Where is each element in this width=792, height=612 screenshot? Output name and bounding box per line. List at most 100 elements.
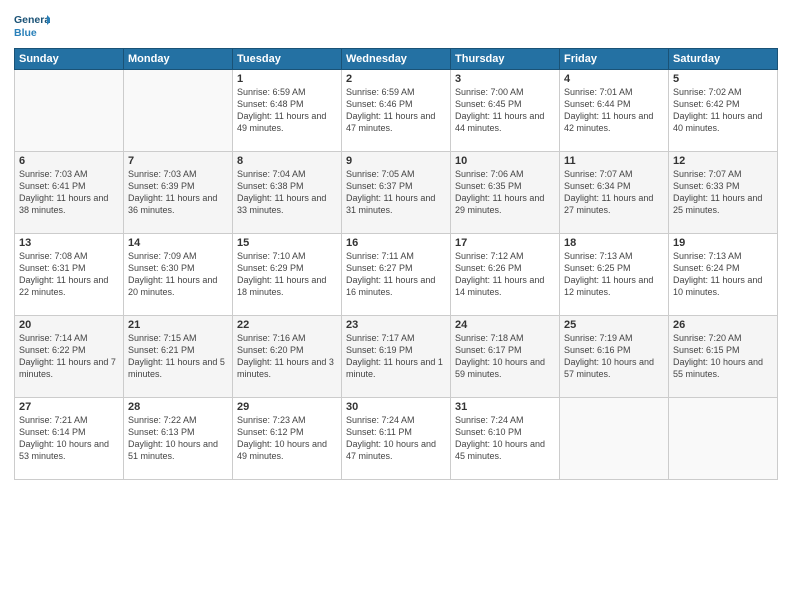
calendar-cell: 28Sunrise: 7:22 AMSunset: 6:13 PMDayligh… [124,398,233,480]
logo: General Blue [14,10,50,42]
day-number: 17 [455,237,555,249]
day-info: Sunrise: 7:24 AMSunset: 6:11 PMDaylight:… [346,414,446,463]
day-info: Sunrise: 7:24 AMSunset: 6:10 PMDaylight:… [455,414,555,463]
weekday-monday: Monday [124,49,233,70]
day-info: Sunrise: 7:14 AMSunset: 6:22 PMDaylight:… [19,332,119,381]
weekday-header-row: SundayMondayTuesdayWednesdayThursdayFrid… [15,49,778,70]
calendar-cell: 23Sunrise: 7:17 AMSunset: 6:19 PMDayligh… [342,316,451,398]
day-info: Sunrise: 7:09 AMSunset: 6:30 PMDaylight:… [128,250,228,299]
day-info: Sunrise: 7:03 AMSunset: 6:39 PMDaylight:… [128,168,228,217]
day-number: 9 [346,155,446,167]
day-number: 31 [455,401,555,413]
calendar-cell [124,70,233,152]
day-number: 4 [564,73,664,85]
logo-svg: General Blue [14,10,50,42]
day-info: Sunrise: 7:03 AMSunset: 6:41 PMDaylight:… [19,168,119,217]
calendar-cell: 24Sunrise: 7:18 AMSunset: 6:17 PMDayligh… [451,316,560,398]
calendar-cell: 30Sunrise: 7:24 AMSunset: 6:11 PMDayligh… [342,398,451,480]
day-number: 14 [128,237,228,249]
day-info: Sunrise: 6:59 AMSunset: 6:48 PMDaylight:… [237,86,337,135]
day-number: 21 [128,319,228,331]
calendar-cell: 20Sunrise: 7:14 AMSunset: 6:22 PMDayligh… [15,316,124,398]
calendar-table: SundayMondayTuesdayWednesdayThursdayFrid… [14,48,778,480]
calendar-cell: 9Sunrise: 7:05 AMSunset: 6:37 PMDaylight… [342,152,451,234]
weekday-sunday: Sunday [15,49,124,70]
day-number: 25 [564,319,664,331]
day-info: Sunrise: 7:22 AMSunset: 6:13 PMDaylight:… [128,414,228,463]
day-number: 24 [455,319,555,331]
calendar-week-2: 6Sunrise: 7:03 AMSunset: 6:41 PMDaylight… [15,152,778,234]
calendar-cell: 29Sunrise: 7:23 AMSunset: 6:12 PMDayligh… [233,398,342,480]
weekday-wednesday: Wednesday [342,49,451,70]
calendar-week-3: 13Sunrise: 7:08 AMSunset: 6:31 PMDayligh… [15,234,778,316]
day-info: Sunrise: 7:13 AMSunset: 6:24 PMDaylight:… [673,250,773,299]
calendar-cell: 14Sunrise: 7:09 AMSunset: 6:30 PMDayligh… [124,234,233,316]
calendar-cell: 1Sunrise: 6:59 AMSunset: 6:48 PMDaylight… [233,70,342,152]
weekday-friday: Friday [560,49,669,70]
day-info: Sunrise: 7:13 AMSunset: 6:25 PMDaylight:… [564,250,664,299]
calendar-cell: 10Sunrise: 7:06 AMSunset: 6:35 PMDayligh… [451,152,560,234]
day-number: 28 [128,401,228,413]
day-info: Sunrise: 7:11 AMSunset: 6:27 PMDaylight:… [346,250,446,299]
calendar-cell [669,398,778,480]
calendar-cell: 3Sunrise: 7:00 AMSunset: 6:45 PMDaylight… [451,70,560,152]
day-info: Sunrise: 7:12 AMSunset: 6:26 PMDaylight:… [455,250,555,299]
day-number: 18 [564,237,664,249]
calendar-cell: 15Sunrise: 7:10 AMSunset: 6:29 PMDayligh… [233,234,342,316]
calendar-cell: 13Sunrise: 7:08 AMSunset: 6:31 PMDayligh… [15,234,124,316]
day-number: 15 [237,237,337,249]
calendar-cell: 11Sunrise: 7:07 AMSunset: 6:34 PMDayligh… [560,152,669,234]
calendar-cell: 17Sunrise: 7:12 AMSunset: 6:26 PMDayligh… [451,234,560,316]
calendar-week-5: 27Sunrise: 7:21 AMSunset: 6:14 PMDayligh… [15,398,778,480]
calendar-cell: 2Sunrise: 6:59 AMSunset: 6:46 PMDaylight… [342,70,451,152]
day-info: Sunrise: 7:16 AMSunset: 6:20 PMDaylight:… [237,332,337,381]
day-number: 23 [346,319,446,331]
calendar-cell: 19Sunrise: 7:13 AMSunset: 6:24 PMDayligh… [669,234,778,316]
calendar-cell: 31Sunrise: 7:24 AMSunset: 6:10 PMDayligh… [451,398,560,480]
day-info: Sunrise: 7:19 AMSunset: 6:16 PMDaylight:… [564,332,664,381]
day-number: 1 [237,73,337,85]
calendar-cell: 12Sunrise: 7:07 AMSunset: 6:33 PMDayligh… [669,152,778,234]
calendar-cell: 7Sunrise: 7:03 AMSunset: 6:39 PMDaylight… [124,152,233,234]
day-info: Sunrise: 7:23 AMSunset: 6:12 PMDaylight:… [237,414,337,463]
calendar-cell: 26Sunrise: 7:20 AMSunset: 6:15 PMDayligh… [669,316,778,398]
calendar-cell: 25Sunrise: 7:19 AMSunset: 6:16 PMDayligh… [560,316,669,398]
day-info: Sunrise: 7:05 AMSunset: 6:37 PMDaylight:… [346,168,446,217]
calendar-cell [15,70,124,152]
svg-text:General: General [14,14,50,26]
calendar-cell [560,398,669,480]
day-number: 6 [19,155,119,167]
day-info: Sunrise: 7:10 AMSunset: 6:29 PMDaylight:… [237,250,337,299]
day-info: Sunrise: 7:15 AMSunset: 6:21 PMDaylight:… [128,332,228,381]
day-info: Sunrise: 7:18 AMSunset: 6:17 PMDaylight:… [455,332,555,381]
calendar-cell: 6Sunrise: 7:03 AMSunset: 6:41 PMDaylight… [15,152,124,234]
day-number: 8 [237,155,337,167]
calendar-cell: 5Sunrise: 7:02 AMSunset: 6:42 PMDaylight… [669,70,778,152]
day-number: 30 [346,401,446,413]
day-info: Sunrise: 7:06 AMSunset: 6:35 PMDaylight:… [455,168,555,217]
calendar-cell: 16Sunrise: 7:11 AMSunset: 6:27 PMDayligh… [342,234,451,316]
calendar-cell: 18Sunrise: 7:13 AMSunset: 6:25 PMDayligh… [560,234,669,316]
day-number: 3 [455,73,555,85]
day-info: Sunrise: 7:08 AMSunset: 6:31 PMDaylight:… [19,250,119,299]
day-info: Sunrise: 7:04 AMSunset: 6:38 PMDaylight:… [237,168,337,217]
calendar-cell: 8Sunrise: 7:04 AMSunset: 6:38 PMDaylight… [233,152,342,234]
calendar-week-1: 1Sunrise: 6:59 AMSunset: 6:48 PMDaylight… [15,70,778,152]
weekday-tuesday: Tuesday [233,49,342,70]
day-number: 13 [19,237,119,249]
day-info: Sunrise: 7:02 AMSunset: 6:42 PMDaylight:… [673,86,773,135]
calendar-cell: 22Sunrise: 7:16 AMSunset: 6:20 PMDayligh… [233,316,342,398]
day-number: 20 [19,319,119,331]
day-info: Sunrise: 7:07 AMSunset: 6:33 PMDaylight:… [673,168,773,217]
day-info: Sunrise: 7:07 AMSunset: 6:34 PMDaylight:… [564,168,664,217]
day-info: Sunrise: 7:00 AMSunset: 6:45 PMDaylight:… [455,86,555,135]
header: General Blue [14,10,778,42]
day-number: 19 [673,237,773,249]
weekday-thursday: Thursday [451,49,560,70]
day-number: 2 [346,73,446,85]
weekday-saturday: Saturday [669,49,778,70]
day-number: 16 [346,237,446,249]
svg-text:Blue: Blue [14,27,37,39]
calendar-cell: 4Sunrise: 7:01 AMSunset: 6:44 PMDaylight… [560,70,669,152]
calendar-cell: 27Sunrise: 7:21 AMSunset: 6:14 PMDayligh… [15,398,124,480]
